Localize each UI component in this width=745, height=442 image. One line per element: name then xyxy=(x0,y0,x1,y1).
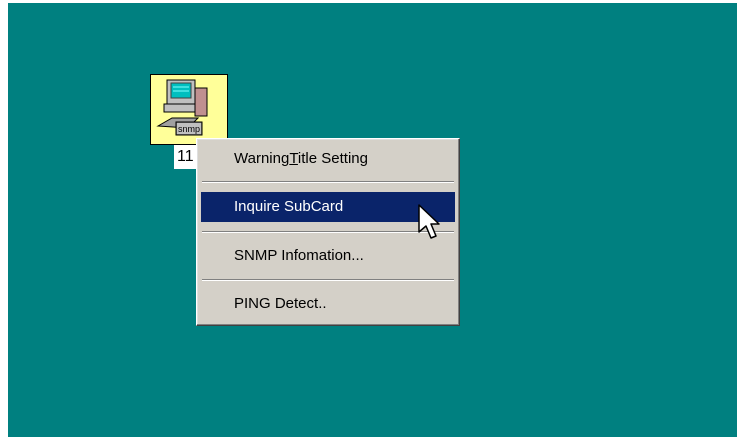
menu-item-label: Inquire SubCard xyxy=(234,198,344,215)
menu-item-ping-detect[interactable]: PING Detect.. xyxy=(201,289,455,319)
menu-item-inquire-subcard[interactable]: Inquire SubCard xyxy=(201,192,455,222)
svg-text:snmp: snmp xyxy=(178,124,200,134)
menu-item-label: PING Detect.. xyxy=(234,295,327,312)
menu-item-snmp-infomation[interactable]: SNMP Infomation... xyxy=(201,241,455,271)
menu-separator xyxy=(202,181,454,183)
arrow-cursor-icon xyxy=(418,204,440,239)
menu-item-label: SNMP Infomation... xyxy=(234,247,364,264)
snmp-node-icon[interactable]: snmp xyxy=(150,74,228,145)
menu-separator xyxy=(202,231,454,233)
menu-item-label: WarningTitle Setting xyxy=(234,150,368,167)
node-label[interactable]: 11 xyxy=(174,145,197,169)
menu-separator xyxy=(202,279,454,281)
snmp-computer-icon: snmp xyxy=(156,79,208,136)
menu-item-warning-title-setting[interactable]: WarningTitle Setting xyxy=(201,144,455,174)
